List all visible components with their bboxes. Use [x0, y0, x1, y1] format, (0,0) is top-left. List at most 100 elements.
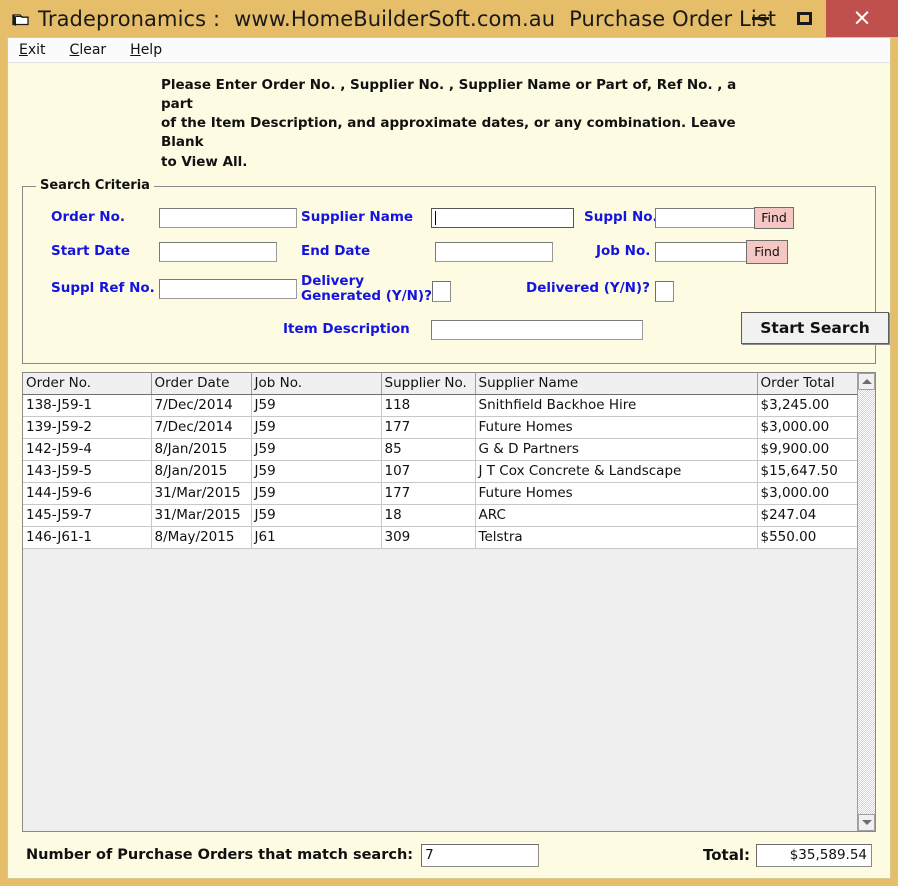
cell-supplier-name: ARC [475, 504, 758, 527]
window-title: Tradepronamics : www.HomeBuilderSoft.com.… [38, 7, 776, 31]
column-header-supplier-name[interactable]: Supplier Name [475, 372, 758, 395]
job-no-find-button[interactable]: Find [746, 239, 788, 264]
supplier-name-label: Supplier Name [301, 209, 414, 226]
scroll-down-arrow-icon [861, 820, 872, 825]
table-row[interactable]: 138-J59-1 7/Dec/2014 J59 118 Snithfield … [23, 394, 868, 417]
match-count-field[interactable]: 7 [421, 843, 540, 867]
delivered-checkbox[interactable] [655, 280, 674, 302]
job-no-label: Job No. [596, 243, 651, 260]
window-folder-icon [12, 12, 30, 28]
cell-order-date: 7/Dec/2014 [151, 416, 252, 439]
cell-order-date: 31/Mar/2015 [151, 504, 252, 527]
menu-item-help[interactable]: Help [128, 41, 164, 59]
suppl-no-find-button[interactable]: Find [754, 206, 794, 229]
scrollbar-up-button[interactable] [858, 372, 875, 390]
menu-bar: Exit Clear Help [8, 38, 890, 63]
maximize-icon [796, 12, 812, 25]
orders-table-body: 138-J59-1 7/Dec/2014 J59 118 Snithfield … [23, 394, 868, 549]
delivery-generated-label-line2: Generated (Y/N)? [301, 287, 432, 304]
start-date-label: Start Date [51, 243, 131, 260]
cell-order-no: 143-J59-5 [23, 460, 152, 483]
cell-supplier-no: 309 [381, 526, 476, 549]
delivery-generated-label-line1: Delivery [301, 272, 365, 289]
search-row-4: Item Description Start Search [31, 309, 889, 351]
cell-supplier-name: Snithfield Backhoe Hire [475, 394, 758, 417]
cell-order-total: $15,647.50 [757, 460, 868, 483]
total-value-field: $35,589.54 [756, 843, 872, 867]
maximize-button[interactable] [782, 0, 826, 37]
cell-order-total: $550.00 [757, 526, 868, 549]
cell-job-no: J59 [251, 394, 382, 417]
close-button[interactable]: × [826, 0, 898, 37]
item-description-input[interactable] [431, 319, 643, 340]
instructions-line-2: of the Item Description, and approximate… [161, 115, 736, 151]
table-row[interactable]: 144-J59-6 31/Mar/2015 J59 177 Future Hom… [23, 482, 868, 505]
title-app-name: Tradepronamics : [38, 6, 221, 31]
cell-job-no: J59 [251, 438, 382, 461]
scroll-up-arrow-icon [861, 378, 872, 384]
cell-order-date: 8/Jan/2015 [151, 460, 252, 483]
end-date-input[interactable] [435, 241, 553, 262]
table-row[interactable]: 139-J59-2 7/Dec/2014 J59 177 Future Home… [23, 416, 868, 439]
delivered-label: Delivered (Y/N)? [526, 279, 650, 296]
text-caret [435, 210, 436, 225]
cell-order-no: 139-J59-2 [23, 416, 152, 439]
cell-supplier-no: 107 [381, 460, 476, 483]
cell-order-total: $9,900.00 [757, 438, 868, 461]
column-header-order-total[interactable]: Order Total [757, 372, 868, 395]
table-row[interactable]: 145-J59-7 31/Mar/2015 J59 18 ARC $247.04 [23, 504, 868, 527]
table-header-row: Order No. Order Date Job No. Supplier No… [23, 372, 868, 395]
suppl-no-label: Suppl No. [584, 209, 658, 226]
table-row[interactable]: 142-J59-4 8/Jan/2015 J59 85 G & D Partne… [23, 438, 868, 461]
cell-order-total: $3,000.00 [757, 482, 868, 505]
search-criteria-legend: Search Criteria [36, 177, 154, 193]
cell-supplier-no: 177 [381, 482, 476, 505]
menu-help-mnemonic: H [130, 42, 141, 58]
delivery-generated-checkbox[interactable] [432, 280, 451, 302]
client-area: Exit Clear Help Please Enter Order No. ,… [7, 37, 891, 879]
title-bar: Tradepronamics : www.HomeBuilderSoft.com.… [0, 0, 898, 37]
instructions-line-3: to View All. [161, 153, 248, 170]
cell-supplier-no: 118 [381, 394, 476, 417]
scrollbar-down-button[interactable] [858, 814, 875, 831]
cell-supplier-name: Future Homes [475, 482, 758, 505]
suppl-ref-no-input[interactable] [159, 278, 297, 299]
column-header-order-date[interactable]: Order Date [151, 372, 252, 395]
suppl-no-input[interactable] [655, 207, 768, 228]
match-count-label: Number of Purchase Orders that match sea… [26, 847, 414, 863]
order-no-label: Order No. [51, 209, 126, 226]
cell-supplier-no: 85 [381, 438, 476, 461]
start-search-button[interactable]: Start Search [741, 311, 889, 344]
grid-vertical-scrollbar[interactable] [857, 372, 875, 831]
cell-order-date: 8/Jan/2015 [151, 438, 252, 461]
cell-order-no: 144-J59-6 [23, 482, 152, 505]
cell-order-date: 7/Dec/2014 [151, 394, 252, 417]
column-header-order-no[interactable]: Order No. [23, 372, 152, 395]
cell-supplier-no: 177 [381, 416, 476, 439]
cell-job-no: J59 [251, 504, 382, 527]
column-header-supplier-no[interactable]: Supplier No. [381, 372, 476, 395]
table-row[interactable]: 146-J61-1 8/May/2015 J61 309 Telstra $55… [23, 526, 868, 549]
purchase-order-grid: Order No. Order Date Job No. Supplier No… [22, 371, 876, 832]
start-date-input[interactable] [159, 241, 277, 262]
grid-main: Order No. Order Date Job No. Supplier No… [23, 372, 868, 831]
suppl-ref-no-label: Suppl Ref No. [51, 280, 155, 297]
column-header-job-no[interactable]: Job No. [251, 372, 382, 395]
order-no-input[interactable] [159, 207, 297, 228]
orders-table: Order No. Order Date Job No. Supplier No… [23, 372, 868, 549]
minimize-button[interactable] [738, 0, 782, 37]
cell-order-date: 31/Mar/2015 [151, 482, 252, 505]
delivery-generated-label: Delivery Generated (Y/N)? [301, 272, 432, 304]
total-label: Total: [703, 846, 750, 864]
table-row[interactable]: 143-J59-5 8/Jan/2015 J59 107 J T Cox Con… [23, 460, 868, 483]
menu-clear-label: lear [79, 42, 107, 58]
cell-order-date: 8/May/2015 [151, 526, 252, 549]
instructions-block: Please Enter Order No. , Supplier No. , … [8, 63, 890, 182]
search-row-1: Order No. Supplier Name Suppl No. Find [31, 201, 867, 235]
item-description-label: Item Description [283, 320, 410, 337]
cell-supplier-name: J T Cox Concrete & Landscape [475, 460, 758, 483]
menu-item-clear[interactable]: Clear [68, 41, 109, 59]
menu-item-exit[interactable]: Exit [17, 41, 48, 59]
cell-order-total: $247.04 [757, 504, 868, 527]
supplier-name-input[interactable] [431, 207, 574, 228]
